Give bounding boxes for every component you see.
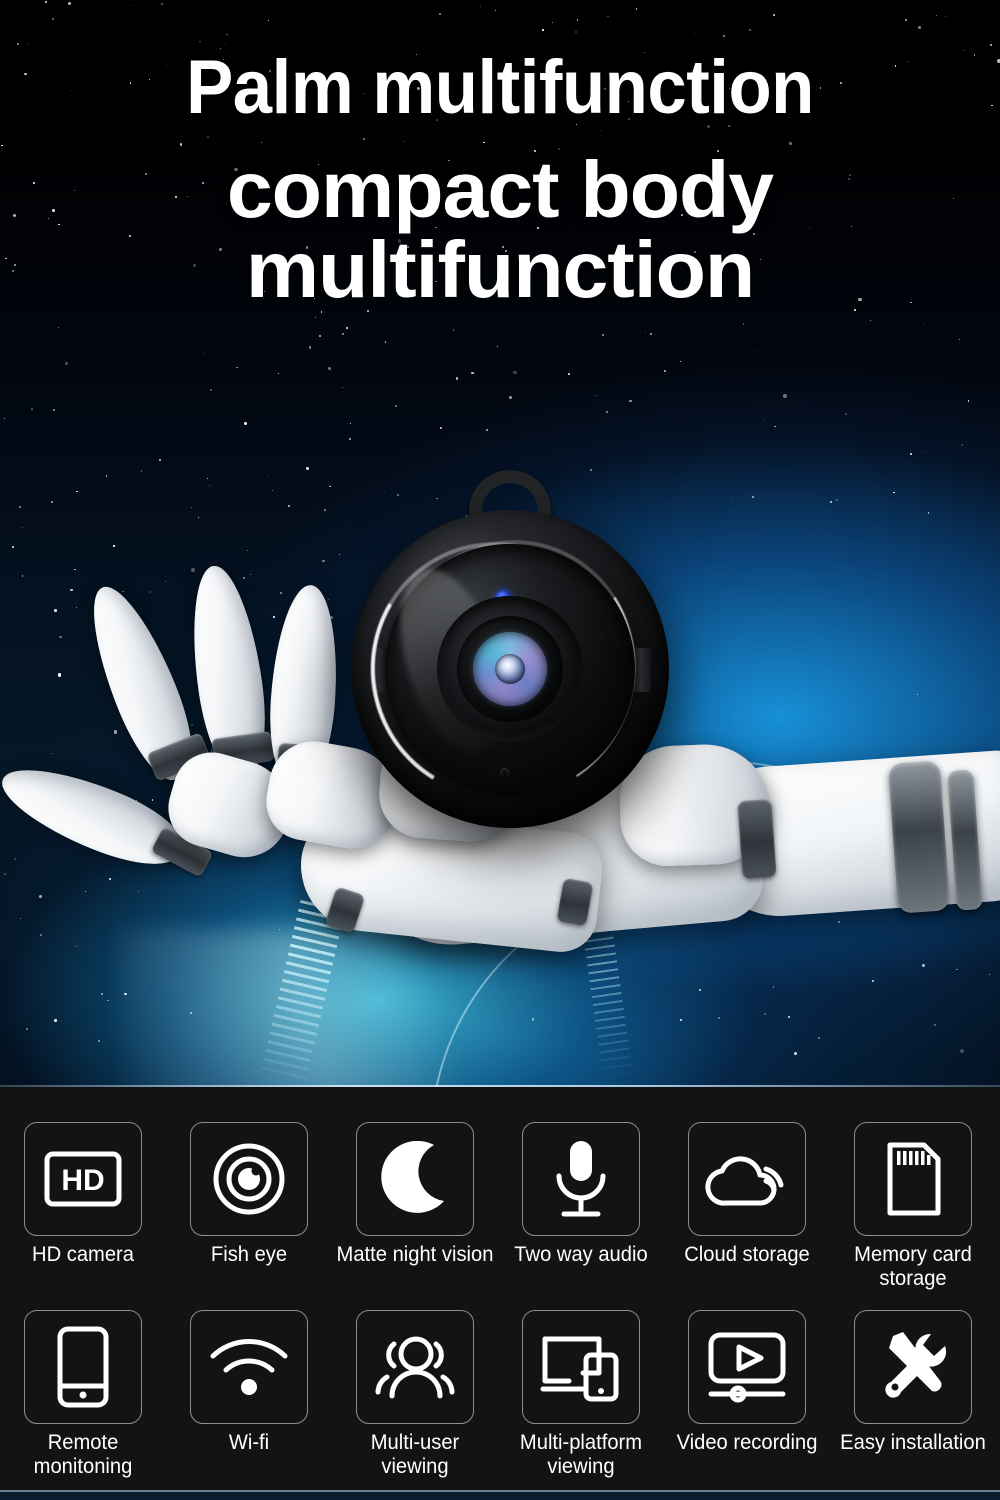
headline-line-1: Palm multifunction: [186, 45, 814, 130]
feature-item[interactable]: HD HD camera: [0, 1122, 166, 1267]
feature-icon-tile[interactable]: [854, 1310, 972, 1424]
feature-item[interactable]: Remote monitoning: [0, 1310, 166, 1479]
feature-label: Wi-fi: [228, 1431, 270, 1454]
feature-icon-tile[interactable]: [854, 1122, 972, 1236]
feature-icon-tile[interactable]: [356, 1122, 474, 1236]
feature-label: Two way audio: [514, 1243, 648, 1266]
feature-icon-tile[interactable]: [522, 1122, 640, 1236]
feature-label: Remote monitoning: [33, 1431, 133, 1478]
feature-icon-tile[interactable]: [688, 1310, 806, 1424]
feature-item[interactable]: Video recording: [664, 1310, 830, 1455]
headline: Palm multifunction compact body multifun…: [0, 0, 1000, 310]
feature-item[interactable]: Wi-fi: [166, 1310, 332, 1455]
microphone-icon: [550, 1138, 612, 1220]
feature-icon-tile[interactable]: [522, 1310, 640, 1424]
camera-product: [343, 470, 675, 860]
feature-icon-tile[interactable]: [688, 1122, 806, 1236]
feature-icon-tile[interactable]: HD: [24, 1122, 142, 1236]
feature-label: Multi-user viewing: [370, 1431, 460, 1478]
product-banner: Palm multifunction compact body multifun…: [0, 0, 1000, 1500]
feature-item[interactable]: Memory card storage: [830, 1122, 996, 1291]
feature-item[interactable]: Cloud storage: [664, 1122, 830, 1267]
camera-microphone-hole: [500, 768, 509, 777]
feature-label: HD camera: [32, 1243, 134, 1266]
feature-icon-tile[interactable]: [190, 1310, 308, 1424]
feature-label: Matte night vision: [336, 1243, 494, 1266]
sd-card-icon: [882, 1139, 944, 1219]
feature-item[interactable]: Two way audio: [498, 1122, 664, 1267]
moon-icon: [378, 1141, 452, 1217]
robot-wrist-joint: [887, 760, 951, 914]
bottom-strip: [0, 1490, 1000, 1500]
feature-label: Memory card storage: [854, 1243, 972, 1290]
feature-item[interactable]: Easy installation: [830, 1310, 996, 1455]
feature-label: Multi-platform viewing: [519, 1431, 643, 1478]
feature-item[interactable]: Multi-platform viewing: [498, 1310, 664, 1479]
feature-label: Video recording: [676, 1431, 818, 1454]
feature-label: Cloud storage: [684, 1243, 810, 1266]
users-icon: [372, 1332, 458, 1402]
cloud-wifi-icon: [704, 1143, 790, 1215]
feature-grid-section: HD HD camera Fish eye Matte night vision Two…: [0, 1087, 1000, 1500]
feature-item[interactable]: Matte night vision: [332, 1122, 498, 1267]
feature-label: Fish eye: [210, 1243, 288, 1266]
feature-icon-tile[interactable]: [24, 1310, 142, 1424]
svg-text:HD: HD: [61, 1164, 104, 1197]
feature-icon-tile[interactable]: [356, 1310, 474, 1424]
feature-item[interactable]: Fish eye: [166, 1122, 332, 1267]
robot-knuckle-4: [737, 798, 777, 880]
fisheye-icon: [210, 1140, 288, 1218]
hero-section: Palm multifunction compact body multifun…: [0, 0, 1000, 1087]
camera-lens-aperture: [495, 654, 525, 684]
video-player-icon: [705, 1331, 789, 1403]
devices-icon: [539, 1331, 623, 1403]
smartphone-icon: [55, 1326, 111, 1408]
feature-label: Easy installation: [840, 1431, 986, 1454]
wifi-icon: [207, 1334, 291, 1400]
feature-item[interactable]: Multi-user viewing: [332, 1310, 498, 1479]
hd-icon: HD: [43, 1148, 123, 1210]
feature-icon-tile[interactable]: [190, 1122, 308, 1236]
headline-line-2: compact body multifunction: [226, 145, 774, 314]
tools-icon: [873, 1328, 953, 1406]
